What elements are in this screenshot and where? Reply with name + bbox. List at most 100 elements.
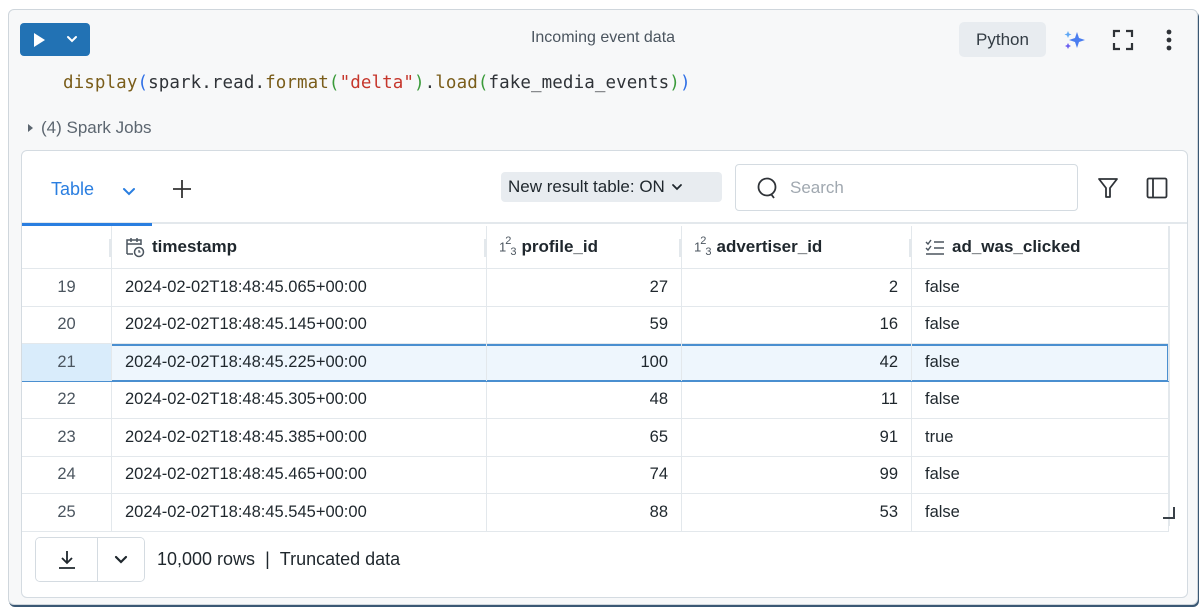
play-icon [34, 33, 45, 47]
download-icon [58, 550, 75, 569]
cell-ad-was-clicked[interactable]: false [912, 456, 1169, 493]
column-header-index [22, 226, 112, 268]
cell-ad-was-clicked[interactable]: true [912, 419, 1169, 456]
filter-button[interactable] [1096, 176, 1120, 200]
expand-icon [1112, 29, 1134, 51]
more-options-button[interactable] [1160, 26, 1178, 54]
cell-profile-id[interactable]: 59 [487, 306, 682, 343]
cell-timestamp[interactable]: 2024-02-02T18:48:45.545+00:00 [112, 494, 487, 531]
column-header-timestamp[interactable]: timestamp [109, 226, 487, 268]
cell-profile-id[interactable]: 88 [487, 494, 682, 531]
code-token: spark.read. [148, 73, 266, 93]
truncation-notice: Truncated data [279, 549, 401, 569]
boolean-checklist-icon [925, 239, 944, 255]
table-row[interactable]: 23 2024-02-02T18:48:45.385+00:00 65 91 true [22, 419, 1169, 457]
cell-advertiser-id[interactable]: 53 [682, 494, 912, 531]
download-options-button[interactable] [97, 538, 144, 581]
cell-ad-was-clicked[interactable]: false [912, 269, 1169, 306]
cell-advertiser-id[interactable]: 42 [682, 344, 912, 381]
cell-advertiser-id[interactable]: 99 [682, 456, 912, 493]
column-divider [1169, 226, 1170, 526]
table-row[interactable]: 22 2024-02-02T18:48:45.305+00:00 48 11 false [22, 381, 1169, 419]
chevron-down-icon[interactable] [122, 184, 136, 202]
code-token: ( [477, 73, 489, 93]
calendar-clock-icon [126, 238, 145, 258]
fullscreen-button[interactable] [1110, 27, 1136, 53]
result-panel: Table New result table: ON Search timest… [21, 150, 1188, 598]
cell-advertiser-id[interactable]: 2 [682, 269, 912, 306]
cell-timestamp[interactable]: 2024-02-02T18:48:45.145+00:00 [112, 306, 487, 343]
cell-profile-id[interactable]: 100 [487, 344, 682, 381]
plus-icon [173, 180, 191, 198]
column-header-label: ad_was_clicked [952, 237, 1081, 256]
cell-timestamp[interactable]: 2024-02-02T18:48:45.305+00:00 [112, 381, 487, 418]
chevron-down-icon [114, 555, 128, 564]
spark-jobs-toggle[interactable]: (4) Spark Jobs [28, 118, 152, 138]
row-index[interactable]: 24 [22, 456, 112, 493]
column-header-label: advertiser_id [716, 237, 823, 256]
search-field[interactable] [735, 164, 1078, 211]
new-result-table-toggle[interactable]: New result table: ON [501, 172, 722, 202]
row-index[interactable]: 21 [22, 344, 112, 381]
code-token: . [424, 73, 436, 93]
spark-jobs-label: (4) Spark Jobs [41, 118, 152, 137]
language-badge[interactable]: Python [959, 22, 1046, 57]
row-index[interactable]: 25 [22, 494, 112, 531]
cell-advertiser-id[interactable]: 16 [682, 306, 912, 343]
cell-profile-id[interactable]: 74 [487, 456, 682, 493]
toggle-sidebar-button[interactable] [1145, 176, 1169, 200]
row-index[interactable]: 20 [22, 306, 112, 343]
cell-timestamp[interactable]: 2024-02-02T18:48:45.225+00:00 [112, 344, 487, 381]
caret-right-icon [28, 124, 33, 132]
row-index[interactable]: 19 [22, 269, 112, 306]
table-row[interactable]: 25 2024-02-02T18:48:45.545+00:00 88 53 false [22, 494, 1169, 532]
download-button-group [35, 537, 145, 582]
filter-icon [1098, 178, 1118, 198]
row-index[interactable]: 23 [22, 419, 112, 456]
cell-advertiser-id[interactable]: 91 [682, 419, 912, 456]
cell-profile-id[interactable]: 48 [487, 381, 682, 418]
cell-ad-was-clicked[interactable]: false [912, 381, 1169, 418]
column-header-ad-was-clicked[interactable]: ad_was_clicked [909, 226, 1169, 268]
code-token: format [265, 73, 329, 93]
column-header-label: timestamp [152, 237, 238, 256]
table-header-row: timestamp 123 profile_id 123 advertiser_… [22, 226, 1169, 269]
result-toolbar: Table New result table: ON [22, 151, 1187, 226]
row-index[interactable]: 22 [22, 381, 112, 418]
cell-ad-was-clicked[interactable]: false [912, 344, 1169, 381]
add-visualization-button[interactable] [172, 175, 192, 206]
cell-timestamp[interactable]: 2024-02-02T18:48:45.465+00:00 [112, 456, 487, 493]
cell-timestamp[interactable]: 2024-02-02T18:48:45.065+00:00 [112, 269, 487, 306]
cell-profile-id[interactable]: 27 [487, 269, 682, 306]
cell-ad-was-clicked[interactable]: false [912, 306, 1169, 343]
integer-type-icon: 123 [499, 234, 517, 258]
row-count: 10,000 rows [157, 549, 256, 569]
cell-title[interactable]: Incoming event data [450, 29, 756, 47]
column-header-profile-id[interactable]: 123 profile_id [484, 226, 682, 268]
tab-table[interactable]: Table [22, 151, 152, 226]
column-header-advertiser-id[interactable]: 123 advertiser_id [679, 226, 912, 268]
table-row[interactable]: 24 2024-02-02T18:48:45.465+00:00 74 99 false [22, 456, 1169, 494]
sparkle-icon [1064, 31, 1085, 49]
code-token: fake_media_events [488, 73, 670, 93]
code-token: ) [669, 73, 680, 93]
code-editor[interactable]: display(spark.read.format("delta").load(… [63, 73, 691, 93]
code-token: load [435, 73, 478, 93]
cell-ad-was-clicked[interactable]: false [912, 494, 1169, 531]
run-cell-button[interactable] [20, 23, 90, 56]
assistant-button[interactable] [1062, 28, 1088, 52]
download-button[interactable] [36, 538, 97, 581]
chevron-down-icon[interactable] [65, 32, 79, 51]
footer-separator: | [265, 549, 270, 569]
search-input[interactable] [790, 177, 1050, 198]
table-body: 19 2024-02-02T18:48:45.065+00:00 27 2 false 2… [22, 269, 1169, 532]
cell-timestamp[interactable]: 2024-02-02T18:48:45.385+00:00 [112, 419, 487, 456]
cell-advertiser-id[interactable]: 11 [682, 381, 912, 418]
resize-handle[interactable] [1163, 507, 1175, 519]
table-row[interactable]: 20 2024-02-02T18:48:45.145+00:00 59 16 false [22, 306, 1169, 344]
table-row[interactable]: 21 2024-02-02T18:48:45.225+00:00 100 42 fals… [22, 344, 1169, 382]
table-row[interactable]: 19 2024-02-02T18:48:45.065+00:00 27 2 false [22, 269, 1169, 307]
chevron-down-icon [671, 184, 682, 191]
cell-profile-id[interactable]: 65 [487, 419, 682, 456]
code-token: ) [414, 73, 425, 93]
